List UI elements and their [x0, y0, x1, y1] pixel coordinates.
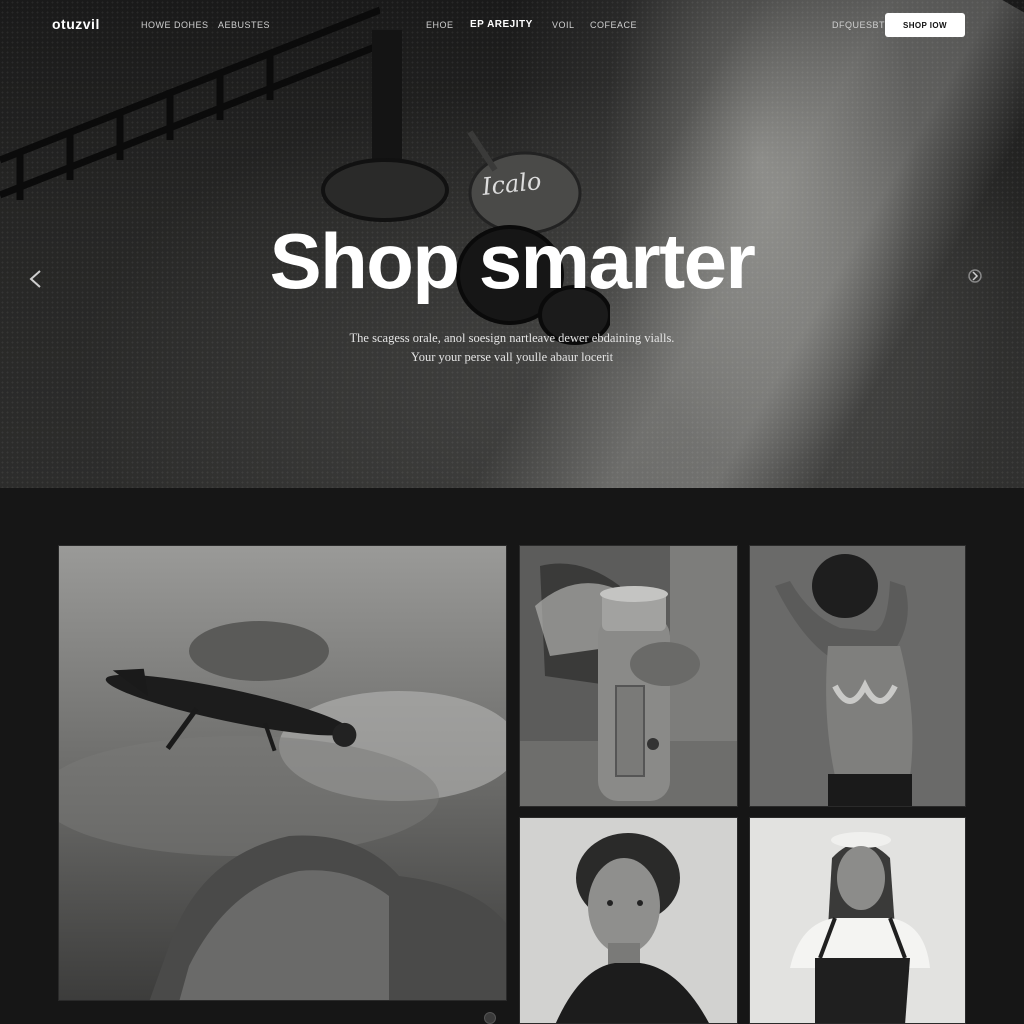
gallery-tile-dancer[interactable] — [749, 545, 966, 807]
gallery-tile-apron-woman[interactable] — [749, 817, 966, 1024]
hydrant-photo — [520, 546, 737, 806]
carousel-prev-button[interactable] — [24, 266, 50, 292]
machine-silhouette — [321, 30, 610, 345]
carousel-next-button[interactable] — [962, 263, 988, 289]
scroll-indicator[interactable] — [484, 1012, 496, 1024]
chevron-left-icon — [29, 270, 41, 288]
hero-subline-1: The scagess orale, anol soesign nartleav… — [349, 331, 675, 345]
dancer-photo — [750, 546, 965, 806]
nav-link-home[interactable]: HOWE DOHES — [141, 20, 209, 30]
apron-woman-photo — [750, 818, 965, 1023]
nav-link-contact[interactable]: COFEACE — [590, 20, 637, 30]
gallery-tile-underwater[interactable] — [58, 545, 507, 1001]
nav-link-voil[interactable]: VOIL — [552, 20, 575, 30]
hero-subline-2: Your your perse vall youlle abaur loceri… — [410, 350, 614, 364]
nav-link-request[interactable]: DFQUESBT — [832, 20, 885, 30]
nav-link-shop[interactable]: EHOE — [426, 20, 454, 30]
brand-logo[interactable]: otuzvil — [52, 16, 100, 32]
shop-now-button[interactable]: SHOP IOW — [885, 13, 965, 37]
underwater-vehicle-photo — [59, 546, 506, 1000]
chevron-right-icon — [968, 269, 982, 283]
hero-headline: Shop smarter — [269, 217, 756, 305]
top-navigation: otuzvil HOWE DOHES AEBUSTES EHOE EP AREJ… — [0, 0, 1024, 52]
gallery-tile-woman-portrait[interactable] — [519, 817, 738, 1024]
gallery-tile-hydrant[interactable] — [519, 545, 738, 807]
nav-link-active[interactable]: EP AREJITY — [470, 19, 533, 30]
nav-link-about[interactable]: AEBUSTES — [218, 20, 270, 30]
woman-portrait-photo — [520, 818, 737, 1023]
